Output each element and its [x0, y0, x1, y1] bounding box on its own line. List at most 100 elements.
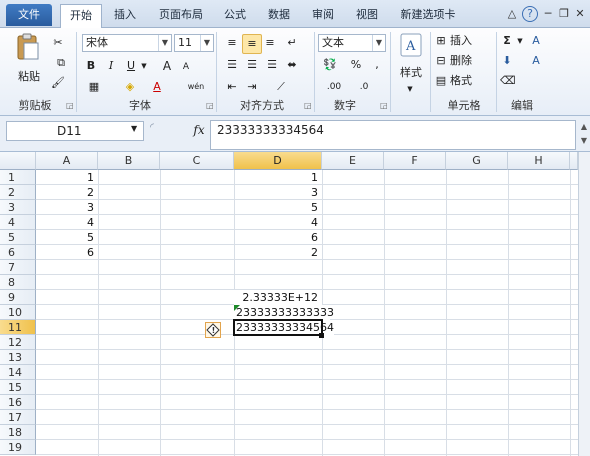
column-header-b[interactable]: B — [98, 152, 160, 170]
font-color-button[interactable]: A — [150, 78, 164, 96]
cell-d1[interactable]: 1 — [234, 170, 322, 185]
align-right-icon[interactable]: ☰ — [264, 56, 280, 74]
column-header-a[interactable]: A — [36, 152, 98, 170]
column-header-e[interactable]: E — [322, 152, 384, 170]
sort-filter-button[interactable]: A — [528, 32, 544, 50]
row-header-6[interactable]: 6 — [0, 245, 36, 260]
chevron-down-icon[interactable]: ▼ — [131, 124, 137, 133]
comma-button[interactable]: , — [372, 56, 382, 74]
vertical-scrollbar[interactable] — [578, 152, 590, 456]
warning-diamond-icon[interactable]: ! — [205, 322, 221, 338]
align-left-icon[interactable]: ☰ — [224, 56, 240, 74]
font-launcher-icon[interactable]: ◲ — [206, 102, 214, 110]
chevron-down-icon[interactable]: ▼ — [200, 35, 213, 51]
cell-d6[interactable]: 2 — [234, 245, 322, 260]
row-header-3[interactable]: 3 — [0, 200, 36, 215]
row-header-13[interactable]: 13 — [0, 350, 36, 365]
row-header-5[interactable]: 5 — [0, 230, 36, 245]
row-header-14[interactable]: 14 — [0, 365, 36, 380]
cell-d10[interactable]: 23333333333333 — [234, 305, 334, 320]
format-cells-icon[interactable]: ▤ — [434, 72, 448, 90]
column-header-f[interactable]: F — [384, 152, 446, 170]
autosum-button[interactable]: Σ — [500, 32, 514, 50]
tab-new-tab[interactable]: 新建选项卡 — [394, 4, 462, 26]
format-cells-button[interactable]: 格式 — [450, 72, 480, 90]
cell-a6[interactable]: 6 — [36, 245, 98, 260]
tab-formulas[interactable]: 公式 — [218, 4, 252, 26]
chevron-down-icon[interactable]: ▼ — [516, 32, 524, 50]
chevron-down-icon[interactable]: ▼ — [404, 80, 416, 98]
shrink-font-button[interactable]: A — [180, 58, 192, 76]
column-header-h[interactable]: H — [508, 152, 570, 170]
align-middle-icon[interactable]: ≡ — [242, 34, 262, 54]
row-header-4[interactable]: 4 — [0, 215, 36, 230]
decrease-decimal-button[interactable]: .0 — [350, 78, 378, 96]
delete-cells-button[interactable]: 删除 — [450, 52, 480, 70]
tab-page-layout[interactable]: 页面布局 — [152, 4, 210, 26]
row-header-7[interactable]: 7 — [0, 260, 36, 275]
number-launcher-icon[interactable]: ◲ — [380, 102, 388, 110]
close-icon[interactable]: ✕ — [572, 6, 588, 22]
chevron-down-icon[interactable]: ▼ — [372, 35, 385, 51]
align-center-icon[interactable]: ☰ — [244, 56, 260, 74]
cell-d2[interactable]: 3 — [234, 185, 322, 200]
collapse-ribbon-icon[interactable]: △ — [504, 6, 520, 22]
help-icon[interactable]: ? — [522, 6, 538, 22]
fill-handle[interactable] — [319, 333, 324, 338]
tab-view[interactable]: 视图 — [350, 4, 384, 26]
border-icon[interactable]: ▦ — [84, 78, 104, 96]
format-painter-icon[interactable]: 🖌 — [50, 74, 66, 92]
cell-d3[interactable]: 5 — [234, 200, 322, 215]
cell-a4[interactable]: 4 — [36, 215, 98, 230]
row-header-15[interactable]: 15 — [0, 380, 36, 395]
expand-formula-bar-icon[interactable]: ▲ ▼ — [578, 120, 590, 150]
tab-insert[interactable]: 插入 — [108, 4, 142, 26]
paste-label[interactable]: 粘贴 — [12, 68, 46, 86]
column-header-g[interactable]: G — [446, 152, 508, 170]
cell-a2[interactable]: 2 — [36, 185, 98, 200]
chevron-down-icon[interactable]: ▼ — [140, 57, 148, 75]
name-box[interactable]: D11 ▼ — [6, 121, 144, 141]
row-header-12[interactable]: 12 — [0, 335, 36, 350]
row-header-16[interactable]: 16 — [0, 395, 36, 410]
cell-d9[interactable]: 2.33333E+12 — [234, 290, 322, 305]
paste-button[interactable] — [14, 32, 42, 64]
formula-input[interactable]: 23333333334564 — [210, 120, 576, 150]
fill-icon[interactable]: ⬇ — [500, 52, 514, 70]
row-header-19[interactable]: 19 — [0, 440, 36, 455]
phonetic-button[interactable]: wén — [186, 78, 206, 96]
tab-home[interactable]: 开始 — [60, 4, 102, 30]
tab-file[interactable]: 文件 — [6, 4, 52, 26]
row-header-18[interactable]: 18 — [0, 425, 36, 440]
cell-d5[interactable]: 6 — [234, 230, 322, 245]
cell-a3[interactable]: 3 — [36, 200, 98, 215]
wrap-text-icon[interactable]: ↵ — [284, 34, 300, 52]
formula-bar-grip-icon[interactable]: ◜ — [150, 122, 160, 138]
bold-button[interactable]: B — [84, 57, 98, 75]
cut-icon[interactable]: ✂ — [50, 34, 66, 52]
minimize-icon[interactable]: ─ — [540, 6, 556, 22]
clipboard-launcher-icon[interactable]: ◲ — [66, 102, 74, 110]
font-size-combo[interactable]: 11 ▼ — [174, 34, 214, 52]
number-format-combo[interactable]: 文本 ▼ — [318, 34, 386, 52]
merge-center-icon[interactable]: ⬌ — [284, 56, 300, 74]
find-select-button[interactable]: A — [528, 52, 544, 70]
alignment-launcher-icon[interactable]: ◲ — [304, 102, 312, 110]
chevron-down-icon[interactable]: ▼ — [158, 35, 171, 51]
tab-data[interactable]: 数据 — [262, 4, 296, 26]
row-header-10[interactable]: 10 — [0, 305, 36, 320]
orientation-icon[interactable]: ⟋ — [270, 78, 292, 96]
align-top-icon[interactable]: ≡ — [224, 34, 240, 52]
row-header-1[interactable]: 1 — [0, 170, 36, 185]
row-header-8[interactable]: 8 — [0, 275, 36, 290]
row-header-9[interactable]: 9 — [0, 290, 36, 305]
column-header-partial[interactable] — [570, 152, 578, 170]
grow-font-button[interactable]: A — [160, 57, 174, 75]
copy-icon[interactable]: ⧉ — [50, 54, 72, 72]
font-name-combo[interactable]: 宋体 ▼ — [82, 34, 172, 52]
row-header-2[interactable]: 2 — [0, 185, 36, 200]
decrease-indent-icon[interactable]: ⇤ — [224, 78, 240, 96]
select-all-corner[interactable] — [0, 152, 36, 170]
insert-function-button[interactable]: fx — [188, 120, 210, 140]
cell-a1[interactable]: 1 — [36, 170, 98, 185]
